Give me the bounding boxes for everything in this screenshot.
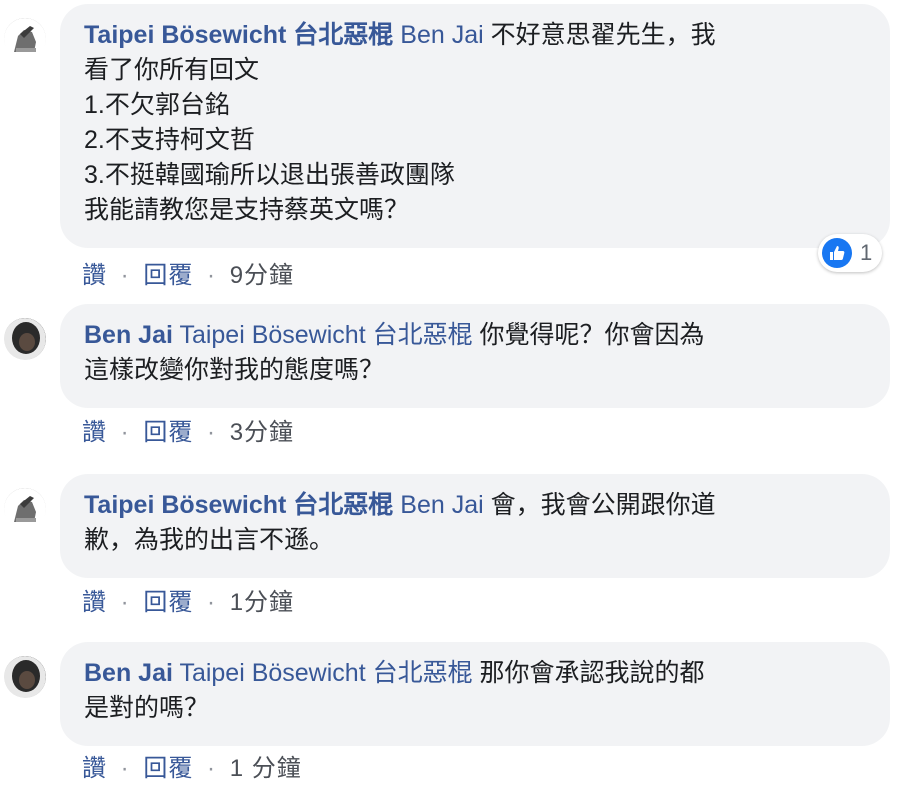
like-button[interactable]: 讚	[82, 748, 107, 783]
comment-actions: 讚 · 回覆 · 1 分鐘	[82, 748, 302, 783]
avatar[interactable]	[4, 18, 46, 60]
like-button[interactable]: 讚	[82, 255, 107, 290]
reply-button[interactable]: 回覆	[143, 255, 193, 290]
comment-text-line: 不好意思翟先生，我	[490, 21, 716, 49]
comment-text-line: 歉，為我的出言不遜。	[84, 526, 335, 554]
comment-bubble: Taipei Bösewicht 台北惡棍 Ben Jai 會，我會公開跟你道 …	[60, 474, 890, 578]
comment-author[interactable]: Ben Jai	[84, 321, 173, 349]
avatar-image	[4, 488, 46, 530]
comment-text-line: 這樣改變你對我的態度嗎？	[84, 356, 385, 384]
avatar[interactable]	[4, 656, 46, 698]
comment-text-line: 是對的嗎？	[84, 694, 210, 722]
separator-dot: ·	[207, 755, 217, 782]
like-button[interactable]: 讚	[82, 582, 107, 617]
comment-text-line: 會，我會公開跟你道	[490, 491, 716, 519]
comment-text-line: 我能請教您是支持蔡英文嗎？	[84, 196, 410, 224]
avatar-image	[4, 18, 46, 60]
comment-text-line: 那你會承認我說的都	[479, 659, 705, 687]
comment-bubble: Ben Jai Taipei Bösewicht 台北惡棍 你覺得呢？你會因為 …	[60, 304, 890, 408]
mention-link[interactable]: Taipei Bösewicht 台北惡棍	[179, 659, 472, 687]
mention-link[interactable]: Ben Jai	[400, 21, 483, 49]
reply-button[interactable]: 回覆	[143, 582, 193, 617]
comment-author[interactable]: Ben Jai	[84, 659, 173, 687]
separator-dot: ·	[120, 589, 130, 616]
separator-dot: ·	[207, 589, 217, 616]
comment-text-line: 你覺得呢？你會因為	[479, 321, 705, 349]
timestamp[interactable]: 1分鐘	[230, 582, 294, 617]
comment-text-line: 看了你所有回文	[84, 56, 260, 84]
comment-bubble: Ben Jai Taipei Bösewicht 台北惡棍 那你會承認我說的都 …	[60, 642, 890, 746]
avatar[interactable]	[4, 318, 46, 360]
comment-author[interactable]: Taipei Bösewicht 台北惡棍	[84, 21, 393, 49]
reaction-count: 1	[860, 240, 873, 265]
reaction-badge[interactable]: 1	[818, 234, 883, 272]
reply-button[interactable]: 回覆	[143, 748, 193, 783]
like-button[interactable]: 讚	[82, 412, 107, 447]
separator-dot: ·	[120, 262, 130, 289]
comment-text-line: 1.不欠郭台銘	[84, 91, 230, 119]
avatar-image	[4, 318, 46, 360]
mention-link[interactable]: Ben Jai	[400, 491, 483, 519]
mention-link[interactable]: Taipei Bösewicht 台北惡棍	[179, 321, 472, 349]
timestamp[interactable]: 3分鐘	[230, 412, 294, 447]
like-icon	[822, 238, 852, 268]
avatar[interactable]	[4, 488, 46, 530]
avatar-image	[4, 656, 46, 698]
comment-actions: 讚 · 回覆 · 9分鐘	[82, 255, 294, 290]
comment-text-line: 2.不支持柯文哲	[84, 126, 255, 154]
separator-dot: ·	[120, 419, 130, 446]
separator-dot: ·	[207, 419, 217, 446]
timestamp[interactable]: 1 分鐘	[230, 748, 302, 783]
comment-actions: 讚 · 回覆 · 1分鐘	[82, 582, 294, 617]
separator-dot: ·	[120, 755, 130, 782]
timestamp[interactable]: 9分鐘	[230, 255, 294, 290]
separator-dot: ·	[207, 262, 217, 289]
comment-actions: 讚 · 回覆 · 3分鐘	[82, 412, 294, 447]
reply-button[interactable]: 回覆	[143, 412, 193, 447]
comment-author[interactable]: Taipei Bösewicht 台北惡棍	[84, 491, 393, 519]
comment-bubble: Taipei Bösewicht 台北惡棍 Ben Jai 不好意思翟先生，我 …	[60, 4, 890, 248]
comment-text-line: 3.不挺韓國瑜所以退出張善政團隊	[84, 161, 455, 189]
